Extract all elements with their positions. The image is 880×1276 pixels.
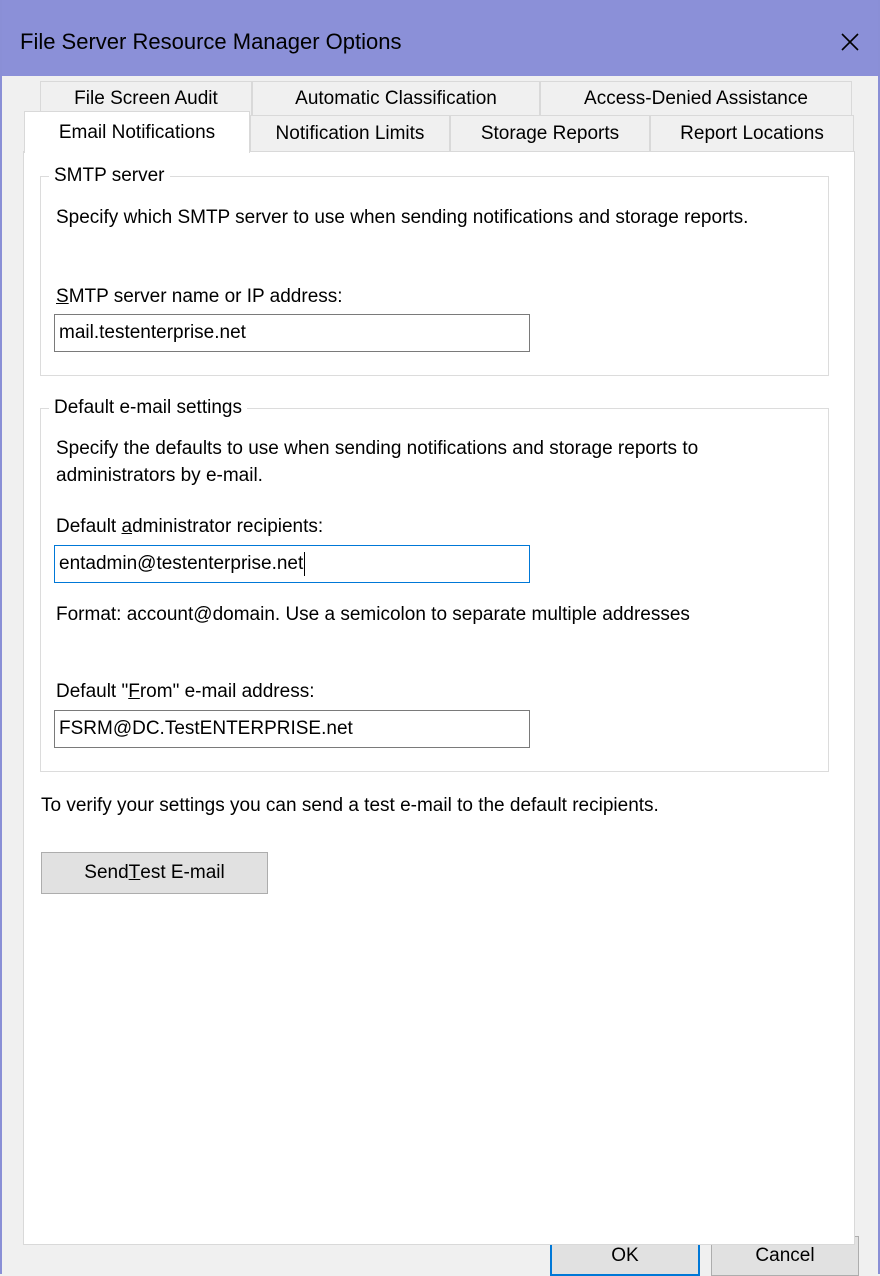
tab-storage-reports[interactable]: Storage Reports (450, 115, 650, 151)
tab-access-denied-assistance[interactable]: Access-Denied Assistance (540, 81, 852, 115)
window-title: File Server Resource Manager Options (20, 29, 402, 54)
tab-file-screen-audit[interactable]: File Screen Audit (40, 81, 252, 115)
tab-notification-limits[interactable]: Notification Limits (250, 115, 450, 151)
tab-report-locations[interactable]: Report Locations (650, 115, 854, 151)
from-address-input[interactable]: FSRM@DC.TestENTERPRISE.net (54, 710, 530, 748)
send-test-email-button[interactable]: Send Test E-mail (41, 852, 268, 894)
email-description: Specify the defaults to use when sending… (56, 438, 699, 486)
tab-automatic-classification[interactable]: Automatic Classification (252, 81, 540, 115)
smtp-group-title: SMTP server (49, 164, 170, 188)
from-address-label: Default "From" e-mail address: (56, 681, 315, 702)
smtp-server-input[interactable]: mail.testenterprise.net (54, 314, 530, 352)
title-bar[interactable]: File Server Resource Manager Options (2, 0, 878, 76)
close-icon (841, 33, 859, 51)
options-dialog: File Server Resource Manager Options Fil… (0, 0, 880, 1276)
email-group-title: Default e-mail settings (49, 396, 247, 420)
recipients-label: Default administrator recipients: (56, 516, 324, 537)
tab-email-notifications[interactable]: Email Notifications (24, 111, 250, 153)
verify-instructions: To verify your settings you can send a t… (41, 795, 659, 816)
text-caret (304, 551, 306, 576)
format-hint: Format: account@domain. Use a semicolon … (56, 604, 690, 625)
smtp-server-label: SMTP server name or IP address: (56, 286, 343, 307)
close-button[interactable] (822, 16, 878, 68)
smtp-description: Specify which SMTP server to use when se… (56, 207, 749, 228)
email-notifications-page: SMTP server Specify which SMTP server to… (23, 151, 855, 1245)
recipients-input[interactable]: entadmin@testenterprise.net (54, 545, 530, 583)
